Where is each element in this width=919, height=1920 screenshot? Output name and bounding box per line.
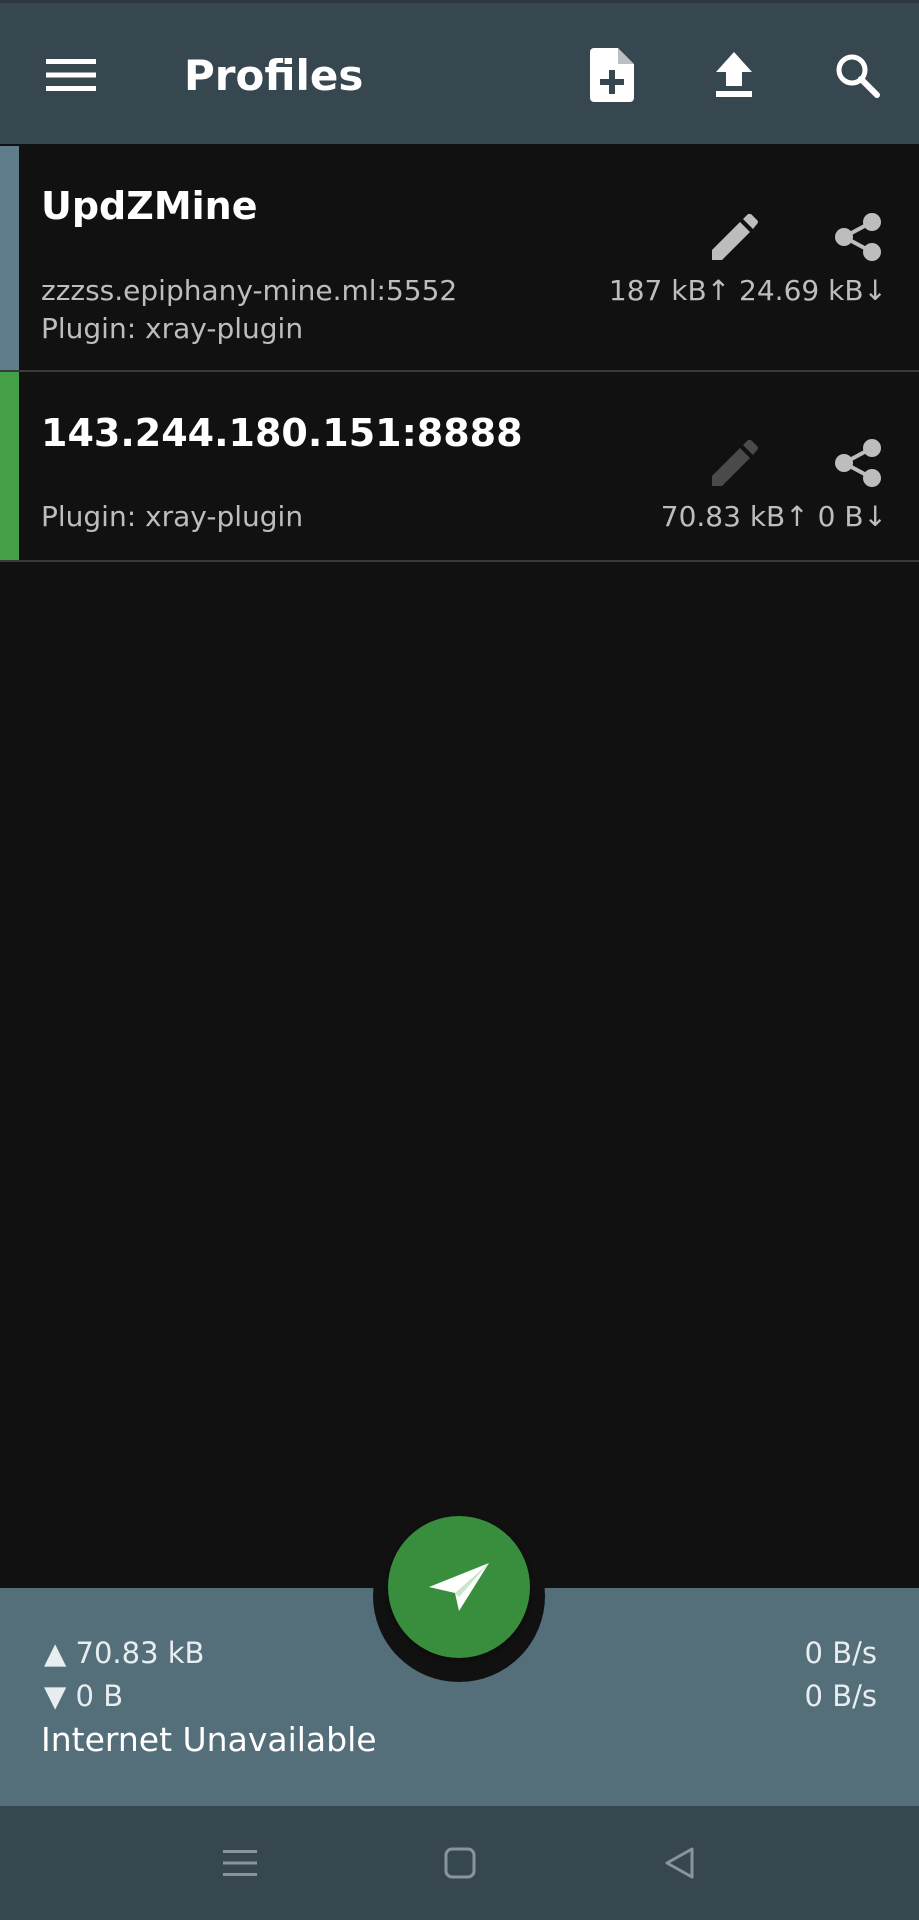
connect-button[interactable]	[388, 1516, 530, 1658]
home-icon[interactable]	[430, 1833, 490, 1893]
page-title: Profiles	[184, 51, 364, 100]
back-icon[interactable]	[649, 1833, 709, 1893]
profile-card[interactable]: UpdZMine zzzss.epiphany-mine.ml:5552 187…	[0, 146, 919, 372]
edit-icon	[705, 433, 765, 493]
share-icon[interactable]	[828, 433, 888, 493]
connection-status[interactable]: Internet Unavailable	[41, 1720, 377, 1759]
recents-icon[interactable]	[210, 1833, 270, 1893]
profile-server: zzzss.epiphany-mine.ml:5552	[41, 274, 458, 307]
rx-rate: 0 B/s	[804, 1679, 877, 1713]
profile-name: UpdZMine	[41, 184, 258, 228]
tx-rate: 0 B/s	[804, 1636, 877, 1670]
share-icon[interactable]	[828, 207, 888, 267]
profile-name: 143.244.180.151:8888	[41, 411, 523, 455]
app-bar: Profiles	[0, 3, 919, 144]
rx-total: ▼ 0 B	[44, 1679, 124, 1713]
edit-icon[interactable]	[705, 207, 765, 267]
search-icon[interactable]	[827, 45, 887, 105]
send-icon	[429, 1563, 489, 1611]
system-nav-bar	[0, 1806, 919, 1920]
profile-traffic: 70.83 kB↑ 0 B↓	[660, 500, 887, 533]
add-file-icon[interactable]	[582, 45, 642, 105]
menu-icon[interactable]	[41, 45, 101, 105]
profile-plugin: Plugin: xray-plugin	[41, 312, 304, 345]
profile-indicator	[0, 146, 19, 370]
profile-indicator	[0, 372, 19, 560]
profile-card[interactable]: 143.244.180.151:8888 Plugin: xray-plugin…	[0, 372, 919, 562]
profile-plugin: Plugin: xray-plugin	[41, 500, 304, 533]
upload-icon[interactable]	[704, 45, 764, 105]
tx-total: ▲ 70.83 kB	[44, 1636, 205, 1670]
profile-traffic: 187 kB↑ 24.69 kB↓	[608, 274, 887, 307]
